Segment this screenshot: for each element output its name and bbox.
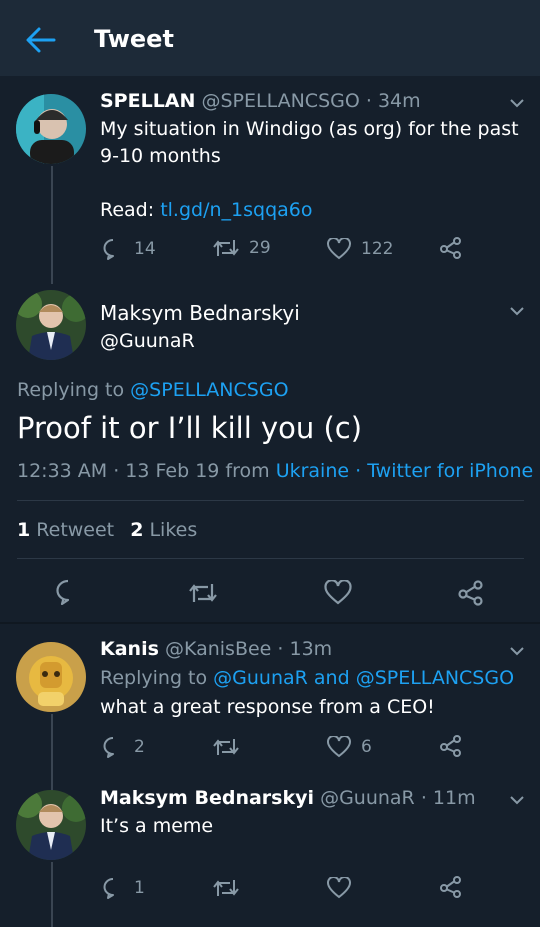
tweet-text: Read: tl.gd/n_1sqqa6o [100,199,313,221]
reply-icon[interactable] [55,579,81,605]
reply-icon [103,239,114,260]
thread-line [51,862,53,927]
back-arrow-icon[interactable] [24,24,58,56]
reply-icon [103,737,114,758]
timestamp: 12:33 AM · 13 Feb 19 from [17,460,270,482]
avatar[interactable] [16,94,86,164]
mention-link[interactable]: @GuunaR and @SPELLANCSGO [213,667,514,689]
like-count: 6 [361,737,372,757]
share-icon[interactable] [458,580,484,606]
chevron-down-icon[interactable] [509,98,525,108]
retweet-button[interactable]: 29 [213,238,271,258]
timestamp: · 13m [277,638,333,660]
like-button[interactable]: 122 [327,238,393,260]
like-count: 122 [361,239,394,259]
avatar[interactable] [16,290,86,360]
tweet-text: It’s a meme [100,815,214,837]
tweet-text: what a great response from a CEO! [100,696,435,718]
display-name[interactable]: SPELLAN [100,90,195,112]
chevron-down-icon[interactable] [509,306,525,316]
thread-line [51,166,53,284]
heart-icon [327,238,351,260]
retweet-icon[interactable] [213,878,239,898]
reply-button[interactable]: 1 [102,877,145,899]
reply-count: 1 [134,878,145,898]
share-icon[interactable] [440,237,462,259]
display-name[interactable]: Maksym Bednarskyi [100,787,314,809]
replying-to: Replying to @SPELLANCSGO [17,379,289,401]
chevron-down-icon[interactable] [509,646,525,656]
retweet-icon[interactable] [188,582,218,604]
tweet-text: My situation in Windigo (as org) for the… [100,118,519,140]
location-link[interactable]: Ukraine [276,460,349,482]
top-bar: Tweet [0,0,540,76]
replying-label: Replying to [100,667,208,689]
reply-button[interactable]: 2 [102,736,145,758]
chevron-down-icon[interactable] [509,795,525,805]
retweet-stat-label: Retweet [36,519,115,541]
retweet-count: 29 [249,238,271,258]
reply-count: 2 [134,737,145,757]
tweet-link[interactable]: tl.gd/n_1sqqa6o [160,199,312,221]
avatar[interactable] [16,790,86,860]
engagement-stats: 1 Retweet 2 Likes [17,519,197,541]
retweet-stat[interactable]: 1 Retweet [17,519,114,541]
replying-label: Replying to [17,379,125,401]
mention-link[interactable]: @SPELLANCSGO [130,379,288,401]
timestamp: · 11m [420,787,476,809]
divider [17,500,524,501]
replying-to: Replying to @GuunaR and @SPELLANCSGO [100,667,514,689]
page-title: Tweet [94,25,174,53]
tweet-text: 9-10 months [100,145,221,167]
share-icon[interactable] [440,876,462,898]
handle[interactable]: @SPELLANCSGO [201,90,359,112]
like-stat-label: Likes [149,519,198,541]
heart-icon[interactable] [324,580,352,605]
handle[interactable]: @GuunaR [320,787,415,809]
share-icon[interactable] [440,735,462,757]
retweet-icon [213,240,239,256]
display-name[interactable]: Maksym Bednarskyi [100,301,300,325]
tweet-header: SPELLAN @SPELLANCSGO · 34m [100,90,421,112]
divider [17,558,524,559]
retweet-icon[interactable] [213,737,239,757]
like-stat[interactable]: 2 Likes [130,519,197,541]
timestamp: · 34m [365,90,421,112]
tweet-text: Proof it or I’ll kill you (c) [17,411,363,445]
source-link[interactable]: · Twitter for iPhone [355,460,533,482]
tweet-header: Kanis @KanisBee · 13m [100,638,332,660]
divider [0,622,540,624]
tweet-meta: 12:33 AM · 13 Feb 19 from Ukraine · Twit… [17,460,533,482]
tweet-header: Maksym Bednarskyi @GuunaR · 11m [100,787,476,809]
handle[interactable]: @KanisBee [165,638,271,660]
retweet-total: 1 [17,519,31,541]
like-button[interactable]: 6 [327,736,372,758]
reply-count: 14 [134,239,156,259]
heart-icon [327,736,351,758]
heart-icon[interactable] [327,877,351,899]
reply-icon [103,878,114,899]
display-name[interactable]: Kanis [100,638,159,660]
like-total: 2 [130,519,144,541]
avatar[interactable] [16,642,86,712]
thread-line [51,714,53,794]
read-label: Read: [100,199,155,221]
reply-button[interactable]: 14 [102,238,156,260]
handle[interactable]: @GuunaR [100,330,195,352]
